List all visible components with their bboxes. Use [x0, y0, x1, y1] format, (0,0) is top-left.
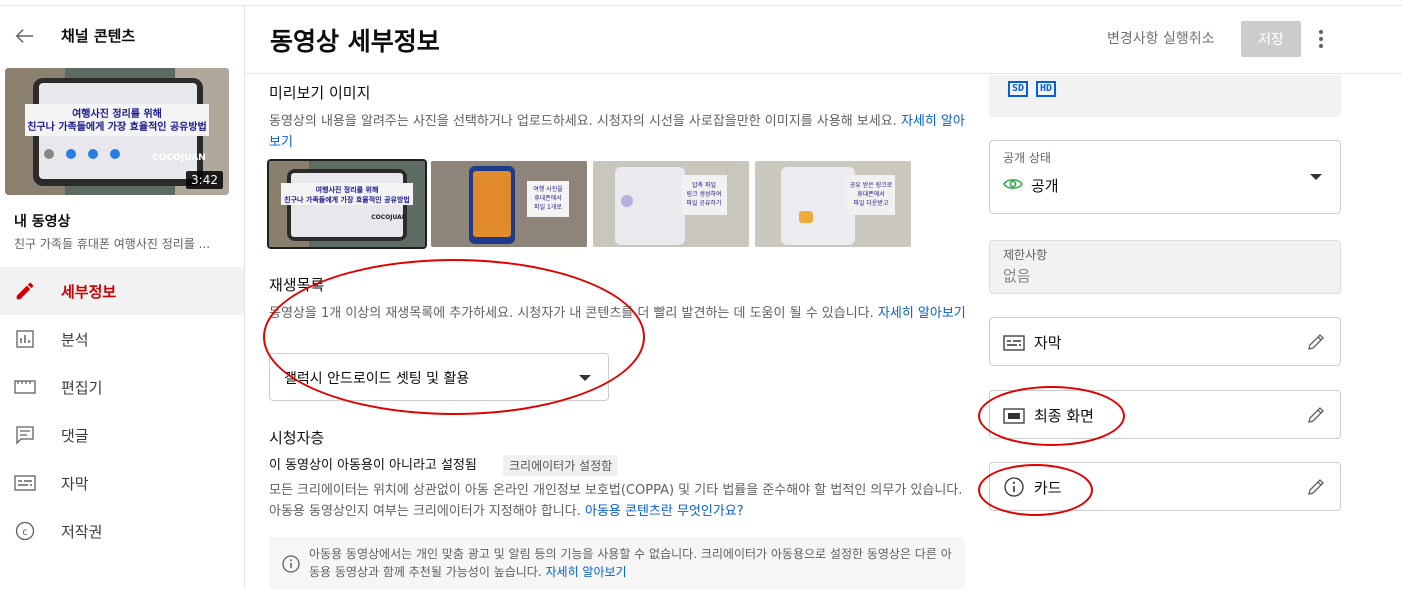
video-description: 친구 가족들 휴대폰 여행사진 정리를 ...: [14, 237, 211, 251]
save-button[interactable]: 저장: [1241, 21, 1301, 57]
svg-text:파일 1개로: 파일 1개로: [534, 203, 562, 211]
subtitles-icon: [1003, 335, 1025, 351]
sidebar-item-comments[interactable]: 댓글: [0, 411, 244, 459]
svg-text:공유 받은 링크로: 공유 받은 링크로: [850, 181, 893, 189]
thumbnail-option-2[interactable]: 여행 사진을 휴대폰에서 파일 1개로: [431, 161, 587, 247]
svg-text:여행 사진을: 여행 사진을: [533, 185, 563, 193]
pencil-icon: [14, 280, 36, 302]
hd-badge: HD: [1036, 81, 1057, 97]
audience-section-heading: 시청자층: [269, 429, 325, 447]
sidebar-item-label: 저작권: [61, 522, 103, 541]
video-title: 내 동영상: [14, 214, 71, 230]
visibility-label: 공개 상태: [1003, 151, 1051, 165]
thumbnail-option-3[interactable]: 압축 파일 링크 생성하여 파일 공유하기: [593, 161, 749, 247]
undo-changes-button[interactable]: 변경사항 실행취소: [1107, 28, 1215, 48]
svg-text:c: c: [22, 527, 28, 538]
svg-text:여행사진 정리를 위해: 여행사진 정리를 위해: [72, 107, 162, 120]
sidebar-item-label: 자막: [61, 474, 89, 493]
thumbnail-options: 여행사진 정리를 위해 친구나 가족들에게 가장 효율적인 공유방법 COCOJ…: [267, 159, 911, 249]
sidebar: 채널 콘텐츠 여행사진 정리를 위해 친구나 가족들에게 가장 효율적인 공유방…: [0, 6, 245, 589]
dropdown-arrow-icon: [1310, 174, 1322, 180]
sidebar-item-editor[interactable]: 편집기: [0, 363, 244, 411]
main-content: 미리보기 이미지 동영상의 내용을 알려주는 사진을 선택하거나 업로드하세요.…: [245, 75, 975, 589]
svg-text:친구나 가족들에게 가장 효율적인 공유방법: 친구나 가족들에게 가장 효율적인 공유방법: [284, 195, 410, 204]
sidebar-header: 채널 콘텐츠: [0, 6, 244, 64]
annotation-circle-playlist: [263, 259, 645, 415]
svg-text:친구나 가족들에게 가장 효율적인 공유방법: 친구나 가족들에게 가장 효율적인 공유방법: [27, 120, 207, 133]
editor-icon: [14, 376, 36, 398]
sidebar-item-analytics[interactable]: 분석: [0, 315, 244, 363]
svg-text:링크 생성하여: 링크 생성하여: [686, 190, 721, 198]
page-title: 동영상 세부정보: [270, 27, 440, 56]
subtitles-icon: [14, 472, 36, 494]
edit-pencil-icon[interactable]: [1306, 477, 1326, 497]
learn-more-link[interactable]: 자세히 알아보기: [545, 565, 626, 579]
back-arrow-icon[interactable]: [14, 25, 36, 47]
svg-text:여행사진 정리를 위해: 여행사진 정리를 위해: [316, 185, 379, 194]
svg-text:압축 파일: 압축 파일: [692, 181, 716, 189]
svg-text:휴대폰에서: 휴대폰에서: [534, 194, 562, 202]
annotation-circle-end-screen: [978, 386, 1125, 446]
visibility-value: 공개: [1031, 177, 1059, 195]
svg-text:COCOJUAN: COCOJUAN: [371, 214, 407, 221]
learn-more-link[interactable]: 자세히 알아보기: [878, 306, 966, 321]
subtitles-label: 자막: [1034, 334, 1062, 352]
sidebar-title: 채널 콘텐츠: [61, 27, 136, 45]
creator-set-chip: 크리에이터가 설정함: [503, 455, 619, 476]
audience-status: 이 동영상이 아동용이 아니라고 설정됨: [269, 458, 477, 473]
thumbnail-section-description: 동영상의 내용을 알려주는 사진을 선택하거나 업로드하세요. 시청자의 시선을…: [269, 111, 969, 153]
kids-notice-box: 아동용 동영상에서는 개인 맞춤 광고 및 알림 등의 기능을 사용할 수 없습…: [269, 537, 965, 589]
sidebar-item-copyright[interactable]: c 저작권: [0, 507, 244, 555]
thumbnail-section-heading: 미리보기 이미지: [269, 84, 371, 102]
sd-badge: SD: [1008, 81, 1029, 97]
visibility-dropdown[interactable]: 공개 상태 공개: [989, 140, 1341, 214]
svg-text:COCOJUAN: COCOJUAN: [152, 153, 205, 163]
page-header: 동영상 세부정보 변경사항 실행취소 저장: [245, 6, 1402, 74]
subtitles-row[interactable]: 자막: [989, 317, 1341, 366]
edit-pencil-icon[interactable]: [1306, 405, 1326, 425]
more-options-icon[interactable]: [1313, 27, 1329, 51]
thumbnail-option-1[interactable]: 여행사진 정리를 위해 친구나 가족들에게 가장 효율적인 공유방법 COCOJ…: [267, 159, 427, 249]
thumbnail-option-4[interactable]: 공유 받은 링크로 휴대폰에서 파일 다운받고: [755, 161, 911, 247]
edit-pencil-icon[interactable]: [1306, 332, 1326, 352]
svg-text:파일 다운받고: 파일 다운받고: [853, 199, 889, 207]
kids-notice-body: 아동용 동영상에서는 개인 맞춤 광고 및 알림 등의 기능을 사용할 수 없습…: [309, 547, 952, 579]
svg-text:휴대폰에서: 휴대폰에서: [857, 190, 885, 198]
copyright-icon: c: [14, 520, 36, 542]
sidebar-item-label: 댓글: [61, 426, 89, 445]
sidebar-nav: 세부정보 분석 편집기 댓글 자막 c 저작권: [0, 267, 244, 555]
sidebar-item-label: 분석: [61, 330, 89, 349]
kids-content-link[interactable]: 아동용 콘텐츠란 무엇인가요?: [585, 504, 744, 519]
right-panel: SD HD 공개 상태 공개 제한사항 없음 자막 최종 화면 카드: [975, 75, 1402, 589]
analytics-icon: [14, 328, 36, 350]
comments-icon: [14, 424, 36, 446]
sidebar-item-label: 세부정보: [61, 282, 117, 301]
kids-notice-text: 아동용 동영상에서는 개인 맞춤 광고 및 알림 등의 기능을 사용할 수 없습…: [309, 545, 959, 581]
restrictions-label: 제한사항: [1003, 248, 1048, 262]
sidebar-item-label: 편집기: [61, 378, 103, 397]
svg-text:파일 공유하기: 파일 공유하기: [686, 199, 721, 207]
thumbnail-description-text: 동영상의 내용을 알려주는 사진을 선택하거나 업로드하세요. 시청자의 시선을…: [269, 114, 897, 129]
sidebar-item-details[interactable]: 세부정보: [0, 267, 244, 315]
eye-icon: [1003, 179, 1023, 189]
annotation-circle-cards: [978, 464, 1093, 516]
restrictions-value: 없음: [1003, 267, 1031, 285]
audience-section-description: 모든 크리에이터는 위치에 상관없이 아동 온라인 개인정보 보호법(COPPA…: [269, 480, 969, 522]
quality-badges: SD HD: [989, 75, 1341, 117]
video-duration: 3:42: [186, 171, 223, 189]
restrictions-field: 제한사항 없음: [989, 240, 1341, 294]
video-thumbnail[interactable]: 여행사진 정리를 위해 친구나 가족들에게 가장 효율적인 공유방법 COCOJ…: [5, 68, 229, 195]
sidebar-item-subtitles[interactable]: 자막: [0, 459, 244, 507]
info-icon: [282, 555, 300, 573]
